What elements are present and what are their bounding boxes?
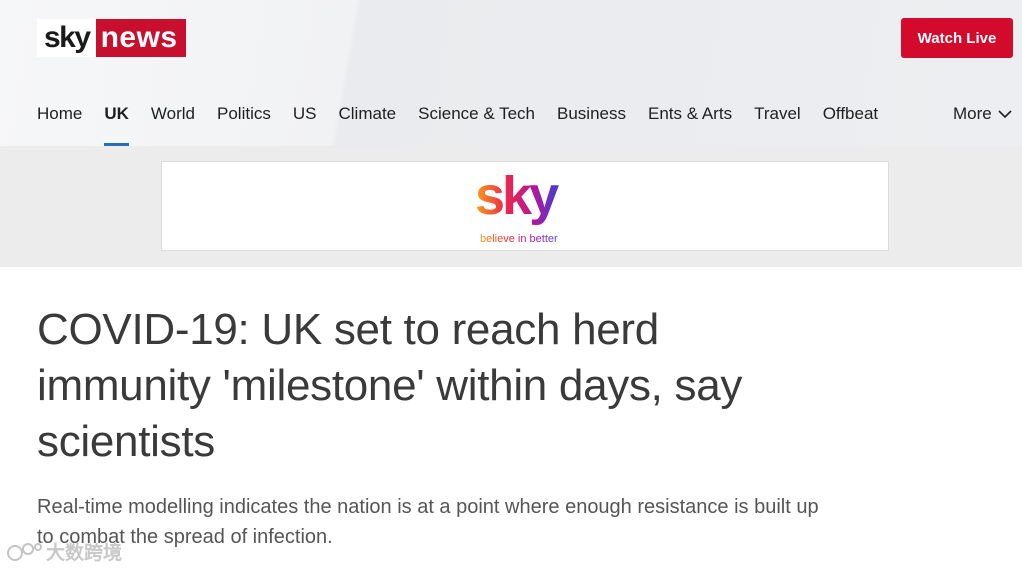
nav-item-us[interactable]: US	[293, 103, 317, 146]
advert-band: sky believe in better	[0, 146, 1022, 267]
nav-item-business[interactable]: Business	[557, 103, 626, 146]
nav-item-politics[interactable]: Politics	[217, 103, 271, 146]
article-standfirst: Real-time modelling indicates the nation…	[37, 496, 819, 548]
logo-news-text: news	[95, 19, 186, 57]
site-header: sky news Watch Live Home UK World Politi…	[0, 0, 1022, 146]
advert-banner[interactable]: sky believe in better	[161, 161, 889, 251]
sky-brand-logo: sky	[475, 166, 562, 226]
article-headline: COVID-19: UK set to reach herd immunity …	[37, 305, 743, 466]
nav-item-world[interactable]: World	[151, 103, 195, 146]
main-nav: Home UK World Politics US Climate Scienc…	[37, 103, 900, 146]
nav-item-offbeat[interactable]: Offbeat	[823, 103, 878, 146]
ad-brand-text: sky	[475, 166, 559, 226]
nav-item-climate[interactable]: Climate	[339, 103, 397, 146]
nav-item-travel[interactable]: Travel	[754, 103, 801, 146]
more-menu-button[interactable]: More	[953, 103, 1012, 125]
chevron-down-icon	[998, 109, 1012, 118]
logo-sky-text: sky	[37, 19, 96, 57]
sky-news-logo[interactable]: sky news	[37, 19, 186, 57]
nav-item-science-tech[interactable]: Science & Tech	[418, 103, 535, 146]
nav-item-uk[interactable]: UK	[104, 103, 129, 146]
more-label: More	[953, 104, 992, 123]
nav-item-home[interactable]: Home	[37, 103, 82, 146]
ad-tagline: believe in better	[480, 233, 558, 245]
watch-live-button[interactable]: Watch Live	[901, 18, 1013, 58]
nav-item-ents-arts[interactable]: Ents & Arts	[648, 103, 732, 146]
